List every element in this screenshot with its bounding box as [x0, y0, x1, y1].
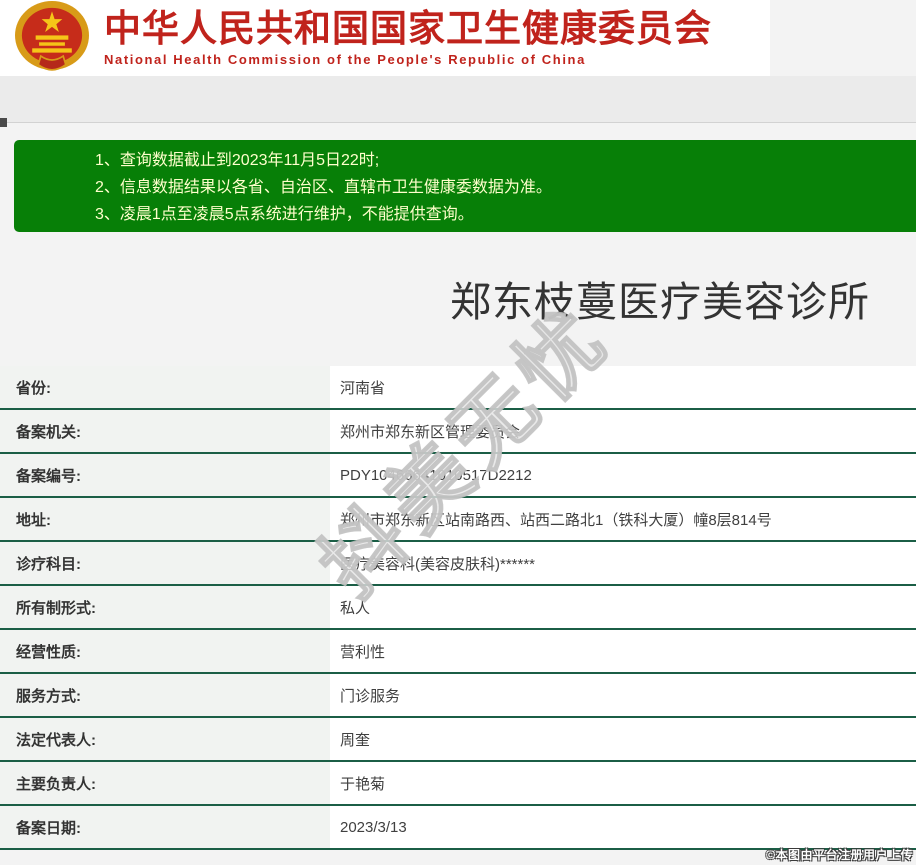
field-value: 河南省: [330, 366, 916, 408]
page-title: 郑东枝蔓医疗美容诊所: [450, 279, 870, 325]
table-row: 法定代表人: 周奎: [0, 718, 916, 762]
field-value: 郑州市郑东新区管理委员会: [330, 410, 916, 452]
field-value: 于艳菊: [330, 762, 916, 804]
table-row: 诊疗科目: 医疗美容科(美容皮肤科)******: [0, 542, 916, 586]
field-value: 私人: [330, 586, 916, 628]
record-table: 省份: 河南省 备案机关: 郑州市郑东新区管理委员会 备案编号: PDY1046…: [0, 366, 916, 850]
table-row: 地址: 郑州市郑东新区站南路西、站西二路北1（铁科大厦）幢8层814号: [0, 498, 916, 542]
field-label: 备案机关:: [0, 410, 330, 452]
field-value: 医疗美容科(美容皮肤科)******: [330, 542, 916, 584]
field-label: 主要负责人:: [0, 762, 330, 804]
org-title-cn: 中华人民共和国国家卫生健康委员会: [104, 8, 712, 49]
table-row: 所有制形式: 私人: [0, 586, 916, 630]
table-row: 备案日期: 2023/3/13: [0, 806, 916, 850]
notice-line: 1、查询数据截止到2023年11月5日22时;: [95, 152, 380, 169]
field-label: 地址:: [0, 498, 330, 540]
notice-line: 2、信息数据结果以各省、自治区、直辖市卫生健康委数据为准。: [95, 179, 552, 196]
field-label: 备案日期:: [0, 806, 330, 848]
notice-box: 1、查询数据截止到2023年11月5日22时; 2、信息数据结果以各省、自治区、…: [14, 140, 916, 232]
field-label: 诊疗科目:: [0, 542, 330, 584]
field-label: 备案编号:: [0, 454, 330, 496]
field-label: 省份:: [0, 366, 330, 408]
field-label: 所有制形式:: [0, 586, 330, 628]
table-row: 服务方式: 门诊服务: [0, 674, 916, 718]
photo-credit-watermark: ©本图由平台注册用户上传: [766, 848, 913, 862]
field-label: 服务方式:: [0, 674, 330, 716]
left-edge-notch: [0, 118, 7, 127]
subheader-band: [0, 76, 916, 123]
field-label: 经营性质:: [0, 630, 330, 672]
org-title-en: National Health Commission of the People…: [104, 52, 586, 67]
table-row: 省份: 河南省: [0, 366, 916, 410]
field-value: 营利性: [330, 630, 916, 672]
china-national-emblem-icon: [0, 0, 104, 76]
table-row: 备案机关: 郑州市郑东新区管理委员会: [0, 410, 916, 454]
site-header: 中华人民共和国国家卫生健康委员会 National Health Commiss…: [0, 0, 770, 76]
field-label: 法定代表人:: [0, 718, 330, 760]
table-row: 备案编号: PDY10466641010517D2212: [0, 454, 916, 498]
field-value: 门诊服务: [330, 674, 916, 716]
field-value: PDY10466641010517D2212: [330, 454, 916, 496]
field-value: 郑州市郑东新区站南路西、站西二路北1（铁科大厦）幢8层814号: [330, 498, 916, 540]
table-row: 主要负责人: 于艳菊: [0, 762, 916, 806]
table-row: 经营性质: 营利性: [0, 630, 916, 674]
field-value: 2023/3/13: [330, 806, 916, 848]
field-value: 周奎: [330, 718, 916, 760]
notice-line: 3、凌晨1点至凌晨5点系统进行维护，不能提供查询。: [95, 206, 474, 223]
